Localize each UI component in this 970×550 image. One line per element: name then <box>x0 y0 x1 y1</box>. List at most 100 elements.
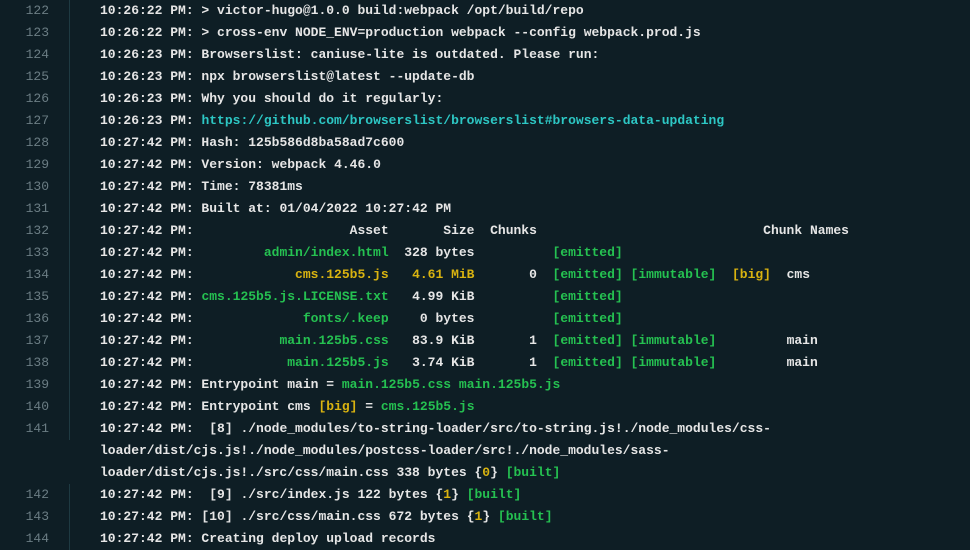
line-content: 10:26:23 PM: Browserslist: caniuse-lite … <box>70 44 599 66</box>
line-content: 10:26:23 PM: https://github.com/browsers… <box>70 110 724 132</box>
log-text <box>623 245 787 260</box>
log-text: 1 <box>443 487 451 502</box>
log-line: 13510:27:42 PM: cms.125b5.js.LICENSE.txt… <box>0 286 970 308</box>
line-number[interactable]: 140 <box>0 396 70 418</box>
line-content: 10:27:42 PM: [8] ./node_modules/to-strin… <box>70 418 771 440</box>
line-number[interactable]: 123 <box>0 22 70 44</box>
log-text: 10:27:42 PM <box>365 201 451 216</box>
log-text <box>475 267 530 282</box>
line-number[interactable]: 136 <box>0 308 70 330</box>
log-text: main.125b5.js <box>287 355 388 370</box>
line-number[interactable]: 127 <box>0 110 70 132</box>
log-text: main <box>716 333 817 348</box>
log-text: ./src/index.js <box>240 487 349 502</box>
log-text <box>537 267 553 282</box>
log-text: 122 bytes { <box>350 487 444 502</box>
line-number[interactable]: 124 <box>0 44 70 66</box>
line-number[interactable]: 142 <box>0 484 70 506</box>
line-number[interactable]: 128 <box>0 132 70 154</box>
log-text: 4.99 KiB <box>389 289 553 304</box>
line-content: 10:27:42 PM: Hash: 125b586d8ba58ad7c600 <box>70 132 404 154</box>
log-line: 139 10:27:42 PM: Entrypoint main = main.1… <box>0 374 970 396</box>
log-line: 13210:27:42 PM: Asset Size Chunks Chunk … <box>0 220 970 242</box>
timestamp: 10:27:42 PM: <box>100 487 194 502</box>
log-text: [built] <box>490 509 552 524</box>
timestamp: 10:27:42 PM: <box>100 399 194 414</box>
timestamp: 10:27:42 PM: <box>100 267 194 282</box>
timestamp: 10:27:42 PM: <box>100 201 194 216</box>
log-text: cms <box>287 399 310 414</box>
log-text: Built at: 01/04/2022 <box>194 201 366 216</box>
log-text: 4.46.0 <box>334 157 381 172</box>
timestamp: 10:27:42 PM: <box>100 531 194 546</box>
timestamp: 10:27:42 PM: <box>100 245 194 260</box>
line-number[interactable]: 143 <box>0 506 70 528</box>
line-number[interactable]: 131 <box>0 198 70 220</box>
log-text: 1 <box>529 333 537 348</box>
log-line: 14010:27:42 PM: Entrypoint cms [big] = c… <box>0 396 970 418</box>
line-number[interactable]: 138 <box>0 352 70 374</box>
log-text <box>389 223 444 238</box>
line-number[interactable]: 141 <box>0 418 70 440</box>
log-text: 1 <box>529 355 537 370</box>
line-number[interactable]: 134 <box>0 264 70 286</box>
log-text: https://github.com/browserslist/browsers… <box>201 113 724 128</box>
log-text: 328 bytes <box>389 245 553 260</box>
line-content: 10:27:42 PM: Entrypoint cms [big] = cms.… <box>70 396 475 418</box>
log-text: = <box>318 377 341 392</box>
log-text: cms.125b5.js <box>295 267 389 282</box>
line-number[interactable]: 139 <box>0 374 70 396</box>
log-text: 4.61 MiB <box>412 267 474 282</box>
log-text: [emitted] [immutable] <box>553 267 717 282</box>
timestamp: 10:27:42 PM: <box>100 377 194 392</box>
log-text: loader/dist/cjs.js!./src/css/main.css <box>100 465 389 480</box>
log-text: main.125b5.js <box>459 377 560 392</box>
log-text: 672 bytes { <box>381 509 475 524</box>
log-text: Entrypoint <box>194 399 288 414</box>
line-number[interactable]: 125 <box>0 66 70 88</box>
line-number[interactable]: 122 <box>0 0 70 22</box>
line-number[interactable]: 133 <box>0 242 70 264</box>
line-content: 10:27:42 PM: Built at: 01/04/2022 10:27:… <box>70 198 451 220</box>
line-number[interactable]: 132 <box>0 220 70 242</box>
log-text: admin/index.html <box>264 245 389 260</box>
timestamp: 10:27:42 PM: <box>100 157 194 172</box>
log-text: [big] <box>732 267 771 282</box>
log-text: Creating deploy upload records <box>194 531 436 546</box>
line-number[interactable]: 129 <box>0 154 70 176</box>
log-line: 12210:26:22 PM: > victor-hugo@1.0.0 buil… <box>0 0 970 22</box>
log-text: Entrypoint <box>194 377 288 392</box>
line-content: loader/dist/cjs.js!./node_modules/postcs… <box>70 440 670 462</box>
log-text: [emitted] <box>553 289 623 304</box>
log-line: 14410:27:42 PM: Creating deploy upload r… <box>0 528 970 550</box>
log-text: 0 <box>482 465 490 480</box>
line-number[interactable]: 144 <box>0 528 70 550</box>
line-number[interactable]: 130 <box>0 176 70 198</box>
log-line: 13010:27:42 PM: Time: 78381ms <box>0 176 970 198</box>
log-line: 12810:27:42 PM: Hash: 125b586d8ba58ad7c6… <box>0 132 970 154</box>
log-text: Why you should do it regularly: <box>194 91 444 106</box>
log-text: Asset <box>350 223 389 238</box>
log-text <box>537 355 553 370</box>
log-text: fonts/.keep <box>303 311 389 326</box>
log-line: 13610:27:42 PM: fonts/.keep 0 bytes [emi… <box>0 308 970 330</box>
line-content: loader/dist/cjs.js!./src/css/main.css 33… <box>70 462 560 484</box>
line-content: 10:27:42 PM: Creating deploy upload reco… <box>70 528 435 550</box>
log-text <box>623 311 787 326</box>
log-text: main <box>287 377 318 392</box>
line-content: 10:26:22 PM: > victor-hugo@1.0.0 build:w… <box>70 0 584 22</box>
line-number[interactable]: 135 <box>0 286 70 308</box>
log-line: loader/dist/cjs.js!./node_modules/postcs… <box>0 440 970 462</box>
timestamp: 10:27:42 PM: <box>100 223 194 238</box>
log-text: [built] <box>459 487 521 502</box>
log-text: Browserslist: caniuse-lite is outdated. … <box>194 47 600 62</box>
log-text: 0 bytes <box>389 311 553 326</box>
log-text <box>716 267 732 282</box>
timestamp: 10:26:23 PM: <box>100 69 194 84</box>
log-line: 12510:26:23 PM: npx browserslist@latest … <box>0 66 970 88</box>
timestamp: 10:26:23 PM: <box>100 113 194 128</box>
line-number[interactable]: 137 <box>0 330 70 352</box>
timestamp: 10:26:22 PM: <box>100 3 194 18</box>
line-number[interactable]: 126 <box>0 88 70 110</box>
log-text: > victor-hugo@1.0.0 build:webpack /opt/b… <box>194 3 584 18</box>
